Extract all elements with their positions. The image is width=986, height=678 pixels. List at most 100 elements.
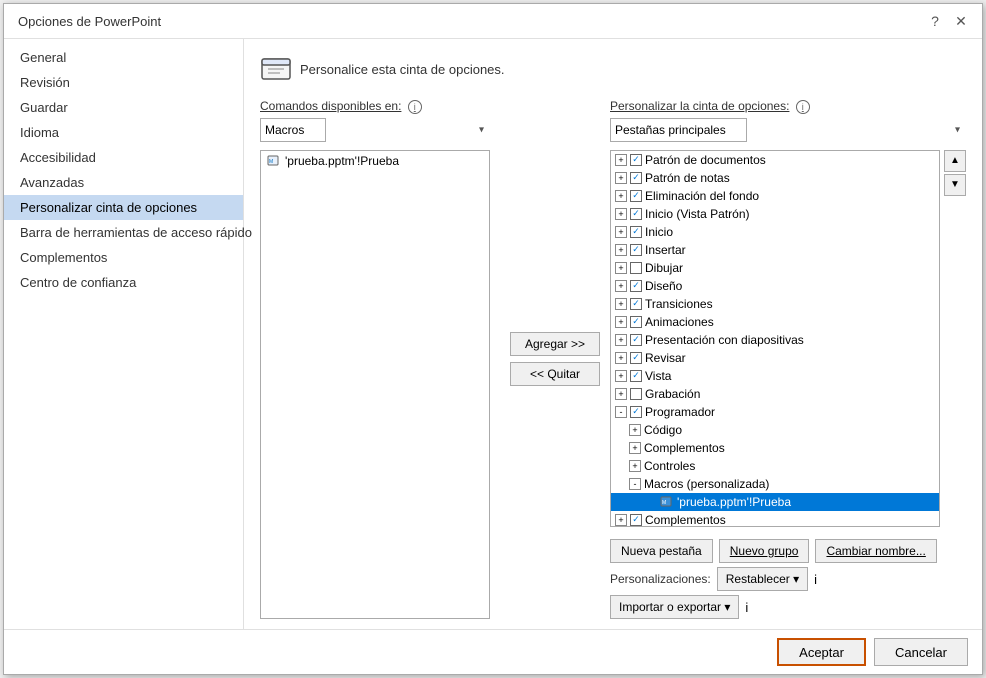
tree-checkbox[interactable] [630, 244, 642, 256]
macro-icon: M [660, 495, 674, 509]
tree-checkbox[interactable] [630, 262, 642, 274]
tree-item-animaciones[interactable]: +Animaciones [611, 313, 939, 331]
tree-item-presentacion[interactable]: +Presentación con diapositivas [611, 331, 939, 349]
collapse-icon[interactable]: - [629, 478, 641, 490]
collapse-icon[interactable]: - [615, 406, 627, 418]
personalizations-label: Personalizaciones: [610, 572, 711, 586]
macro-list-item[interactable]: M 'prueba.pptm'!Prueba [261, 151, 489, 171]
expand-icon[interactable]: + [615, 154, 627, 166]
tree-item-patron_notas[interactable]: +Patrón de notas [611, 169, 939, 187]
tree-checkbox[interactable] [630, 172, 642, 184]
nuevo-grupo-button[interactable]: Nuevo grupo [719, 539, 810, 563]
tree-checkbox[interactable] [630, 514, 642, 526]
tree-item-transiciones[interactable]: +Transiciones [611, 295, 939, 313]
expand-icon[interactable]: + [615, 370, 627, 382]
personalizations-info-icon[interactable]: i [814, 572, 817, 587]
expand-icon[interactable]: + [615, 316, 627, 328]
sidebar-item-complementos[interactable]: Complementos [4, 245, 243, 270]
sidebar-item-avanzadas[interactable]: Avanzadas [4, 170, 243, 195]
left-dropdown-row: Macros [260, 118, 490, 142]
left-info-icon[interactable]: i [408, 100, 422, 114]
tree-item-insertar[interactable]: +Insertar [611, 241, 939, 259]
expand-icon[interactable]: + [629, 460, 641, 472]
accept-button[interactable]: Aceptar [777, 638, 866, 666]
tree-item-vista[interactable]: +Vista [611, 367, 939, 385]
expand-icon[interactable]: + [615, 388, 627, 400]
dialog-footer: Aceptar Cancelar [4, 629, 982, 674]
tree-checkbox[interactable] [630, 154, 642, 166]
tree-item-inicio_patron[interactable]: +Inicio (Vista Patrón) [611, 205, 939, 223]
sidebar-item-idioma[interactable]: Idioma [4, 120, 243, 145]
tree-checkbox[interactable] [630, 298, 642, 310]
expand-icon[interactable]: + [615, 352, 627, 364]
ribbon-tree[interactable]: +Patrón de documentos+Patrón de notas+El… [610, 150, 940, 527]
expand-icon[interactable]: + [615, 262, 627, 274]
sidebar-item-general[interactable]: General [4, 45, 243, 70]
import-row: Importar o exportar ▾ i [610, 595, 966, 619]
expand-icon[interactable]: + [615, 334, 627, 346]
close-button[interactable]: ✕ [950, 10, 972, 32]
tree-item-label: Grabación [645, 387, 700, 401]
right-info-icon[interactable]: i [796, 100, 810, 114]
tree-item-diseno[interactable]: +Diseño [611, 277, 939, 295]
tree-item-elim_fondo[interactable]: +Eliminación del fondo [611, 187, 939, 205]
ribbon-tabs-dropdown[interactable]: Pestañas principales [610, 118, 747, 142]
tree-item-macros_custom[interactable]: -Macros (personalizada) [611, 475, 939, 493]
commands-dropdown[interactable]: Macros [260, 118, 326, 142]
tree-item-controles[interactable]: +Controles [611, 457, 939, 475]
tree-item-complementos2[interactable]: +Complementos [611, 511, 939, 527]
sidebar-item-personalizar[interactable]: Personalizar cinta de opciones [4, 195, 243, 220]
tree-item-codigo[interactable]: +Código [611, 421, 939, 439]
importar-dropdown[interactable]: Importar o exportar ▾ [610, 595, 739, 619]
expand-icon[interactable]: + [615, 298, 627, 310]
tree-item-inicio[interactable]: +Inicio [611, 223, 939, 241]
sidebar-item-revision[interactable]: Revisión [4, 70, 243, 95]
tree-checkbox[interactable] [630, 208, 642, 220]
import-info-icon[interactable]: i [745, 600, 748, 615]
tree-item-revisar[interactable]: + Revisar [611, 349, 939, 367]
tree-checkbox[interactable] [630, 280, 642, 292]
expand-icon[interactable]: + [615, 514, 627, 526]
sidebar-item-centro[interactable]: Centro de confianza [4, 270, 243, 295]
tree-item-label: Revisar [645, 351, 686, 365]
nueva-pestana-button[interactable]: Nueva pestaña [610, 539, 713, 563]
expand-icon[interactable]: + [615, 172, 627, 184]
cancel-button[interactable]: Cancelar [874, 638, 968, 666]
tree-checkbox[interactable] [630, 388, 642, 400]
add-button[interactable]: Agregar >> [510, 332, 600, 356]
help-button[interactable]: ? [924, 10, 946, 32]
tree-checkbox[interactable] [630, 190, 642, 202]
tree-checkbox[interactable] [630, 316, 642, 328]
tree-item-macro_item[interactable]: M'prueba.pptm'!Prueba [611, 493, 939, 511]
tree-checkbox[interactable] [630, 406, 642, 418]
svg-text:M: M [662, 500, 666, 506]
tree-item-patron_doc[interactable]: +Patrón de documentos [611, 151, 939, 169]
tree-item-grabacion[interactable]: + Grabación [611, 385, 939, 403]
expand-icon[interactable]: + [615, 190, 627, 202]
expand-icon[interactable]: + [615, 208, 627, 220]
cambiar-nombre-button[interactable]: Cambiar nombre... [815, 539, 936, 563]
tree-checkbox[interactable] [630, 226, 642, 238]
expand-icon[interactable]: + [629, 424, 641, 436]
right-dropdown-row: Pestañas principales [610, 118, 966, 142]
expand-icon[interactable]: + [615, 226, 627, 238]
restablecer-dropdown[interactable]: Restablecer ▾ [717, 567, 808, 591]
commands-listbox[interactable]: M 'prueba.pptm'!Prueba [260, 150, 490, 619]
expand-icon[interactable]: + [615, 280, 627, 292]
tree-checkbox[interactable] [630, 334, 642, 346]
sidebar-item-accesibilidad[interactable]: Accesibilidad [4, 145, 243, 170]
remove-button[interactable]: << Quitar [510, 362, 600, 386]
tree-item-complementos_sub[interactable]: +Complementos [611, 439, 939, 457]
tree-checkbox[interactable] [630, 352, 642, 364]
sidebar-item-guardar[interactable]: Guardar [4, 95, 243, 120]
expand-icon[interactable]: + [629, 442, 641, 454]
scroll-down-button[interactable]: ▼ [944, 174, 966, 196]
expand-icon[interactable]: + [615, 244, 627, 256]
sidebar: GeneralRevisiónGuardarIdiomaAccesibilida… [4, 39, 244, 629]
scroll-up-button[interactable]: ▲ [944, 150, 966, 172]
sidebar-item-barra[interactable]: Barra de herramientas de acceso rápido [4, 220, 243, 245]
tree-item-dibujar[interactable]: +Dibujar [611, 259, 939, 277]
ribbon-icon [260, 53, 292, 85]
tree-item-programador[interactable]: -Programador [611, 403, 939, 421]
tree-checkbox[interactable] [630, 370, 642, 382]
